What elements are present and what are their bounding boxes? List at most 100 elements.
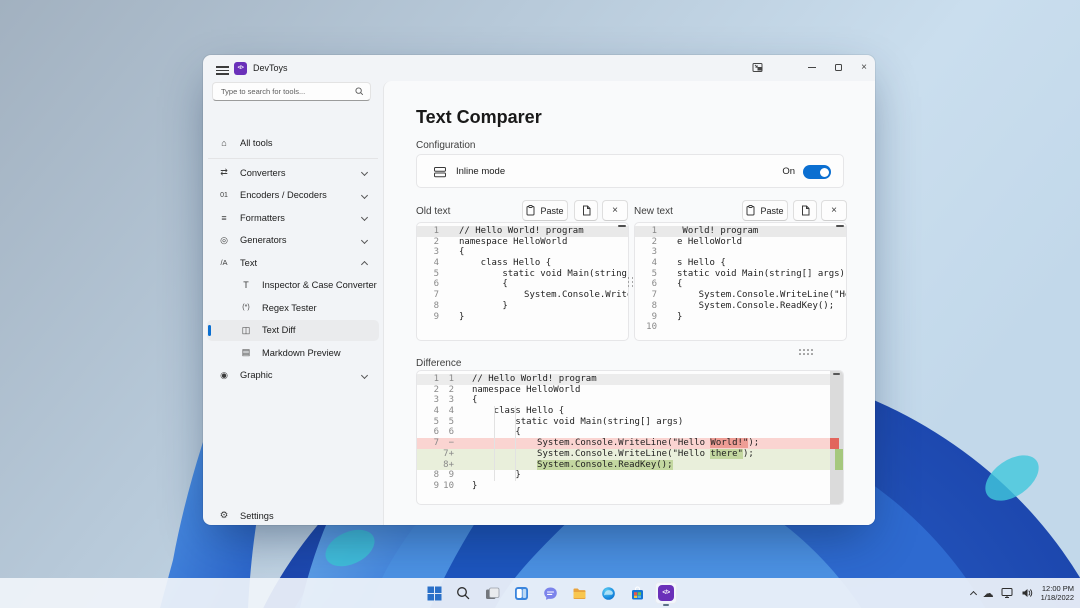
diff-row: 44 class Hello {: [417, 406, 843, 417]
diff-row: 11// Hello World! program: [417, 374, 843, 385]
start-button[interactable]: [423, 582, 445, 604]
panel-splitter-grip[interactable]: [628, 277, 636, 289]
added-marker: [835, 449, 843, 470]
desktop: </> DevToys × Type to search for tools..…: [0, 0, 1080, 608]
inline-mode-label: Inline mode: [456, 166, 505, 177]
new-load-file-button[interactable]: [793, 200, 817, 221]
edge-button[interactable]: [597, 582, 619, 604]
old-text-label: Old text: [416, 206, 450, 217]
diff-overview-ruler[interactable]: [830, 371, 843, 504]
minimize-button[interactable]: [799, 58, 825, 77]
markdown-icon: ▤: [240, 347, 252, 358]
new-text-editor[interactable]: 1 World! program 2e HelloWorld 3 4s Hell…: [634, 222, 847, 341]
scrollbar-thumb[interactable]: [836, 225, 844, 227]
edge-icon: [601, 586, 616, 601]
inline-mode-toggle[interactable]: [803, 165, 831, 179]
compact-overlay-button[interactable]: [744, 58, 770, 77]
taskbar-search-button[interactable]: [452, 582, 474, 604]
page-title: Text Comparer: [416, 107, 542, 128]
sidebar-item-inspector-case-converter[interactable]: T Inspector & Case Converter: [207, 275, 379, 296]
old-text-editor[interactable]: 1// Hello World! program 2namespace Hell…: [416, 222, 629, 341]
titlebar[interactable]: </> DevToys ×: [203, 55, 875, 81]
new-clear-button[interactable]: ×: [821, 200, 847, 221]
diff-row: 910}: [417, 481, 843, 492]
clear-icon: ×: [612, 206, 618, 216]
speaker-icon[interactable]: [1021, 587, 1034, 599]
sidebar-item-all-tools[interactable]: ⌂ All tools: [207, 132, 379, 153]
sidebar-item-generators[interactable]: ◎ Generators: [207, 230, 379, 251]
devtoys-taskbar-button[interactable]: </>: [655, 582, 677, 604]
scrollbar-thumb[interactable]: [833, 373, 840, 375]
devtoys-icon: </>: [658, 585, 674, 601]
search-input[interactable]: Type to search for tools...: [212, 82, 371, 101]
deleted-marker: [830, 438, 839, 449]
file-explorer-button[interactable]: [568, 582, 590, 604]
hamburger-menu-icon[interactable]: [212, 62, 234, 76]
diff-row: 89 }: [417, 470, 843, 481]
graphic-icon: ◉: [218, 370, 230, 381]
minimize-icon: [808, 67, 816, 68]
regex-icon: (*): [240, 304, 252, 311]
file-icon: [582, 205, 591, 216]
close-button[interactable]: ×: [851, 58, 875, 77]
widgets-button[interactable]: [510, 582, 532, 604]
chevron-up-icon: [361, 260, 368, 267]
difference-viewer[interactable]: 11// Hello World! program 22namespace He…: [416, 370, 844, 505]
encoders-icon: 01: [218, 192, 230, 199]
sidebar-item-settings[interactable]: ⚙ Settings: [207, 505, 379, 525]
sidebar-item-graphic[interactable]: ◉ Graphic: [207, 365, 379, 386]
old-clear-button[interactable]: ×: [602, 200, 628, 221]
content-pane: Text Comparer Configuration Inline mode …: [383, 81, 875, 525]
task-view-button[interactable]: [481, 582, 503, 604]
task-view-icon: [485, 586, 500, 601]
sidebar-item-converters[interactable]: ⇄ Converters: [207, 162, 379, 183]
maximize-icon: [835, 64, 842, 71]
old-load-file-button[interactable]: [574, 200, 598, 221]
windows-start-icon: [427, 586, 442, 601]
network-icon[interactable]: [1001, 587, 1014, 599]
sidebar-item-formatters[interactable]: ≡ Formatters: [207, 207, 379, 228]
search-icon[interactable]: [355, 87, 364, 96]
inline-mode-icon: [433, 165, 447, 179]
gear-icon: ⚙: [218, 510, 230, 521]
diff-row: 22namespace HelloWorld: [417, 385, 843, 396]
tray-show-hidden-icons[interactable]: [970, 590, 977, 597]
taskbar-clock[interactable]: 12:00 PM 1/18/2022: [1041, 584, 1074, 603]
chat-button[interactable]: [539, 582, 561, 604]
window-title: DevToys: [253, 63, 288, 73]
onedrive-cloud-icon[interactable]: ☁: [983, 588, 994, 599]
sidebar-item-markdown-preview[interactable]: ▤ Markdown Preview: [207, 342, 379, 363]
maximize-button[interactable]: [825, 58, 851, 77]
sidebar-item-encoders-decoders[interactable]: 01 Encoders / Decoders: [207, 185, 379, 206]
compact-overlay-icon: [752, 62, 763, 73]
new-paste-button[interactable]: Paste: [742, 200, 788, 221]
formatters-icon: ≡: [218, 213, 230, 223]
text-diff-icon: ◫: [240, 325, 252, 336]
difference-label: Difference: [416, 358, 461, 369]
old-paste-button[interactable]: Paste: [522, 200, 568, 221]
sidebar-item-regex-tester[interactable]: (*) Regex Tester: [207, 297, 379, 318]
diff-row-removed: 7− System.Console.WriteLine("Hello World…: [417, 438, 843, 449]
search-icon: [456, 586, 470, 600]
sidebar-item-text-diff[interactable]: ◫ Text Diff: [207, 320, 379, 341]
store-icon: [630, 586, 645, 601]
new-text-lines: 1 World! program 2e HelloWorld 3 4s Hell…: [635, 226, 846, 333]
devtoys-logo-icon: </>: [234, 62, 247, 75]
sidebar-divider: [208, 158, 378, 159]
store-button[interactable]: [626, 582, 648, 604]
text-category-icon: /A: [218, 258, 230, 267]
file-icon: [801, 205, 810, 216]
home-icon: ⌂: [218, 138, 230, 148]
scrollbar-thumb[interactable]: [618, 225, 626, 227]
diff-row: 33{: [417, 395, 843, 406]
sidebar-item-text[interactable]: /A Text: [207, 252, 379, 273]
diff-row: 55 static void Main(string[] args): [417, 417, 843, 428]
taskbar: </> ☁ 12:00 PM 1/18/2022: [0, 578, 1080, 608]
chevron-down-icon: [361, 371, 368, 378]
resize-grip[interactable]: [799, 349, 815, 357]
chevron-down-icon: [361, 214, 368, 221]
file-explorer-icon: [572, 586, 587, 601]
chevron-down-icon: [361, 191, 368, 198]
sidebar: Type to search for tools... ⌂ All tools …: [203, 81, 383, 525]
clear-icon: ×: [831, 206, 837, 216]
